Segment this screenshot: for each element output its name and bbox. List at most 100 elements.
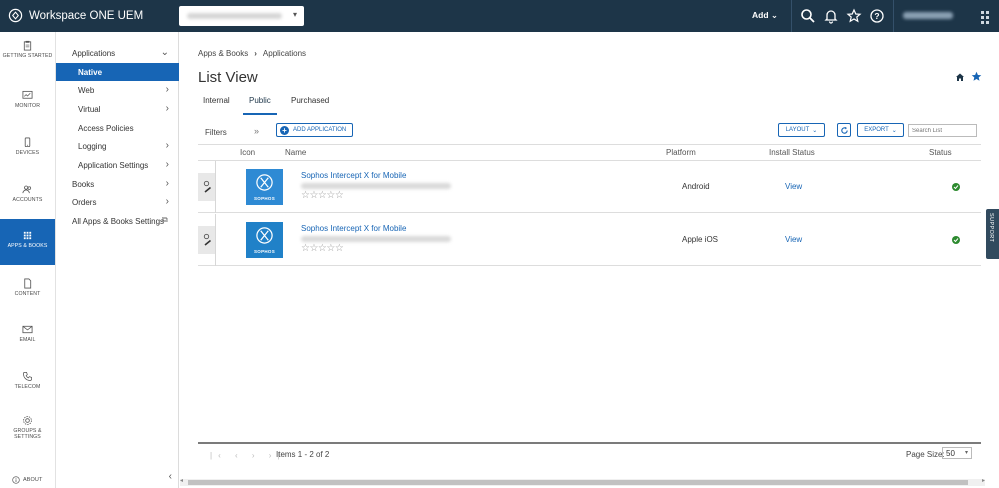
scroll-left-icon[interactable]: ◂: [180, 477, 183, 484]
subnav-label: Native: [78, 68, 103, 77]
rail-item-content[interactable]: CONTENT: [0, 278, 55, 323]
subnav-label: Books: [72, 180, 95, 189]
app-icon-brand: SOPHOS: [253, 249, 276, 254]
subnav-native[interactable]: Native: [56, 63, 179, 81]
subnav-logging[interactable]: Logging ›: [56, 137, 179, 155]
breadcrumb-root[interactable]: Apps & Books: [198, 49, 248, 58]
page-size-value: 50: [946, 449, 955, 458]
page-size-label: Page Size:: [906, 450, 945, 459]
subnav-label: Orders: [72, 198, 97, 207]
row-edit-handle[interactable]: [198, 173, 215, 201]
subnav-books[interactable]: Books ›: [56, 175, 179, 193]
add-application-label: ADD APPLICATION: [293, 127, 347, 133]
tab-purchased[interactable]: Purchased: [291, 96, 329, 115]
search-icon[interactable]: [800, 8, 816, 24]
add-menu-label: Add: [752, 10, 769, 20]
add-application-button[interactable]: + ADD APPLICATION: [276, 123, 354, 137]
user-menu[interactable]: [903, 12, 953, 19]
rail-label: EMAIL: [19, 337, 36, 343]
column-header-install-status: Install Status: [769, 148, 815, 157]
column-header-name[interactable]: Name: [285, 148, 306, 157]
install-status-view-link[interactable]: View: [785, 182, 802, 191]
svg-text:?: ?: [874, 11, 879, 21]
chevron-down-icon: ▾: [292, 10, 297, 19]
main-content: Apps & Books › Applications List View Inte…: [180, 32, 999, 488]
table-row[interactable]: SOPHOS Sophos Intercept X for Mobile ☆☆☆…: [198, 161, 981, 213]
install-status-view-link[interactable]: View: [785, 235, 802, 244]
rail-label: MONITOR: [14, 103, 41, 109]
support-tab[interactable]: SUPPORT: [986, 209, 999, 259]
subnav-application-settings[interactable]: Application Settings ›: [56, 156, 179, 174]
rail-item-monitor[interactable]: MONITOR: [0, 90, 55, 135]
subnav-all-settings[interactable]: All Apps & Books Settings ⧉: [56, 212, 179, 230]
chevron-down-icon: ⌄: [770, 10, 779, 20]
organization-group-selector[interactable]: ▾: [179, 6, 304, 26]
app-name-link[interactable]: Sophos Intercept X for Mobile: [301, 224, 406, 233]
collapse-nav-icon[interactable]: ‹: [169, 471, 172, 482]
star-outline-icon[interactable]: [846, 8, 862, 24]
expand-filters-icon[interactable]: »: [254, 126, 259, 136]
device-icon: [24, 137, 31, 148]
column-header-platform[interactable]: Platform: [666, 148, 696, 157]
rail-label: ACCOUNTS: [12, 197, 43, 203]
subnav-label: Application Settings: [78, 161, 149, 170]
scroll-right-icon[interactable]: ▸: [982, 477, 985, 484]
gear-icon: [23, 416, 32, 425]
column-header-icon: Icon: [240, 148, 256, 157]
subnav-label: All Apps & Books Settings: [72, 217, 165, 226]
tab-internal[interactable]: Internal: [203, 96, 230, 115]
subnav-virtual[interactable]: Virtual ›: [56, 100, 179, 118]
row-edit-handle[interactable]: [198, 226, 215, 254]
page-size-select[interactable]: 50 ▾: [942, 447, 972, 459]
app-logo[interactable]: Workspace ONE UEM: [8, 8, 143, 23]
filters-toggle[interactable]: Filters: [205, 128, 227, 137]
rail-label: APPS & BOOKS: [7, 243, 48, 249]
rail-item-getting-started[interactable]: GETTING STARTED: [0, 40, 55, 85]
scrollbar-thumb[interactable]: [188, 480, 968, 485]
tab-public[interactable]: Public: [243, 96, 277, 115]
plus-icon: +: [280, 125, 289, 135]
home-icon[interactable]: [955, 72, 965, 82]
subnav-applications[interactable]: Applications ⌄: [56, 44, 179, 62]
rail-label: DEVICES: [15, 150, 40, 156]
bell-icon[interactable]: [823, 8, 839, 24]
breadcrumb: Apps & Books › Applications: [198, 49, 306, 58]
info-icon: [12, 476, 20, 484]
subnav-access-policies[interactable]: Access Policies: [56, 119, 179, 137]
support-label: SUPPORT: [988, 213, 994, 243]
add-menu-button[interactable]: Add ⌄: [752, 10, 778, 21]
search-list-input[interactable]: [908, 124, 977, 137]
pagination-controls[interactable]: |‹ ‹ › ›|: [210, 451, 285, 460]
refresh-button[interactable]: [837, 123, 851, 137]
accounts-icon: [22, 185, 32, 194]
star-filled-icon[interactable]: [971, 71, 982, 82]
app-launcher-icon[interactable]: [981, 11, 991, 24]
help-icon[interactable]: ?: [869, 8, 885, 24]
rail-item-email[interactable]: EMAIL: [0, 324, 55, 369]
export-button[interactable]: EXPORT ⌄: [857, 123, 904, 137]
apps-grid-icon: [23, 231, 32, 240]
rail-item-groups-settings[interactable]: GROUPS & SETTINGS: [0, 415, 55, 460]
divider: [893, 0, 894, 32]
rail-label: TELECOM: [14, 384, 41, 390]
app-bundle-id: [301, 183, 451, 189]
subnav-orders[interactable]: Orders ›: [56, 193, 179, 211]
chevron-down-icon: ▾: [964, 450, 968, 456]
subnav-web[interactable]: Web ›: [56, 81, 179, 99]
mail-icon: [22, 325, 33, 334]
organization-group-name: [187, 13, 282, 19]
rail-item-devices[interactable]: DEVICES: [0, 137, 55, 182]
rail-item-apps-books[interactable]: APPS & BOOKS: [0, 219, 55, 265]
chevron-right-icon: ›: [165, 140, 169, 151]
chevron-right-icon: ›: [165, 196, 169, 207]
layout-button[interactable]: LAYOUT ⌄: [778, 123, 825, 137]
horizontal-scrollbar[interactable]: ◂ ▸: [180, 477, 985, 486]
app-name-link[interactable]: Sophos Intercept X for Mobile: [301, 171, 406, 180]
rail-item-telecom[interactable]: TELECOM: [0, 371, 55, 416]
subnav-label: Web: [78, 86, 95, 95]
page-title: List View: [198, 69, 258, 86]
table-row[interactable]: SOPHOS Sophos Intercept X for Mobile ☆☆☆…: [198, 214, 981, 266]
rail-item-about[interactable]: ABOUT: [0, 472, 55, 488]
rail-label: GROUPS & SETTINGS: [13, 428, 42, 440]
subnav-label: Virtual: [78, 105, 101, 114]
